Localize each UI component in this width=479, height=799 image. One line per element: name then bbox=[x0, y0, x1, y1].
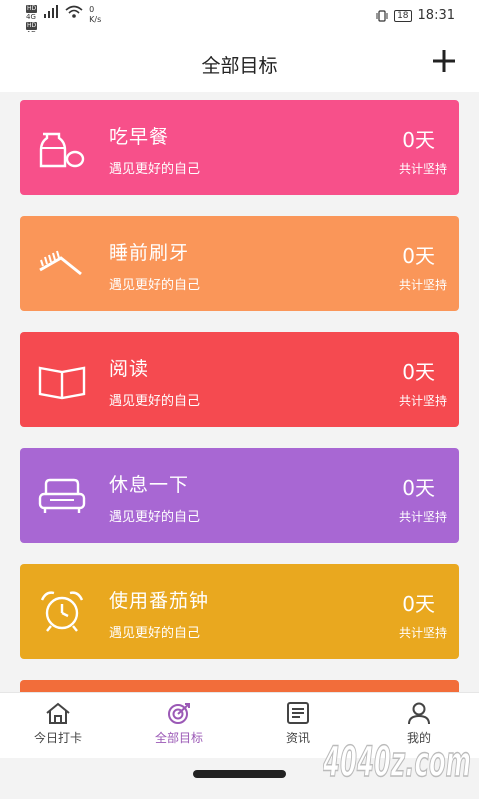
site-watermark-logo: 4040z.com bbox=[323, 736, 472, 787]
tab-today[interactable]: 今日打卡 bbox=[8, 701, 108, 746]
goal-card[interactable]: 吃早餐 遇见更好的自己 0天 共计坚持 bbox=[20, 100, 459, 195]
watermark-text: 4040z.com bbox=[323, 737, 471, 786]
tab-label: 今日打卡 bbox=[33, 731, 82, 745]
signal-bars-icon bbox=[44, 5, 59, 18]
battery-indicator: 18 bbox=[394, 9, 412, 22]
goal-slogan: 遇见更好的自己 bbox=[109, 626, 201, 641]
goal-days: 0天 bbox=[402, 128, 435, 152]
goal-days: 0天 bbox=[402, 476, 435, 500]
goal-name: 阅读 bbox=[109, 358, 150, 380]
clock: 18:31 bbox=[417, 8, 455, 23]
goal-name: 休息一下 bbox=[109, 474, 190, 496]
page-title: 全部目标 bbox=[201, 55, 278, 77]
goal-persist-label: 共计坚持 bbox=[398, 626, 447, 640]
goal-persist-label: 共计坚持 bbox=[398, 278, 447, 292]
goal-slogan: 遇见更好的自己 bbox=[109, 394, 201, 409]
net-speed-value: 0 bbox=[89, 5, 95, 14]
goal-slogan: 遇见更好的自己 bbox=[109, 510, 201, 525]
vibrate-icon bbox=[376, 9, 388, 22]
home-icon bbox=[46, 702, 70, 724]
bottle-egg-icon bbox=[39, 132, 85, 168]
user-icon bbox=[408, 702, 430, 725]
sofa-icon bbox=[38, 478, 86, 513]
goal-persist-label: 共计坚持 bbox=[398, 510, 447, 524]
tab-label: 资讯 bbox=[285, 731, 310, 745]
target-icon bbox=[168, 703, 190, 724]
signal-label: 4G bbox=[26, 13, 36, 21]
hd-badge: HD bbox=[26, 5, 38, 13]
goal-name: 吃早餐 bbox=[109, 126, 170, 148]
goal-slogan: 遇见更好的自己 bbox=[109, 278, 201, 293]
goal-days: 0天 bbox=[402, 592, 435, 616]
goal-days: 0天 bbox=[402, 244, 435, 268]
goal-card[interactable]: 阅读 遇见更好的自己 0天 共计坚持 bbox=[20, 332, 459, 427]
tab-label: 全部目标 bbox=[154, 731, 203, 745]
goal-list: 吃早餐 遇见更好的自己 0天 共计坚持 睡前刷牙 遇见更好的自己 0天 共计坚持… bbox=[20, 100, 459, 680]
status-bar: HD 4G HD 4G 0 K/s 18 18:31 bbox=[0, 0, 479, 38]
net-speed-unit: K/s bbox=[89, 15, 102, 24]
wifi-icon bbox=[65, 5, 83, 18]
net-speed: 0 K/s bbox=[89, 5, 101, 24]
goal-card[interactable]: 睡前刷牙 遇见更好的自己 0天 共计坚持 bbox=[20, 216, 459, 311]
goal-card[interactable]: 使用番茄钟 遇见更好的自己 0天 共计坚持 bbox=[20, 564, 459, 659]
goal-persist-label: 共计坚持 bbox=[398, 394, 447, 408]
goal-days: 0天 bbox=[402, 360, 435, 384]
goal-name: 睡前刷牙 bbox=[109, 242, 190, 264]
tab-all-goals[interactable]: 全部目标 bbox=[129, 701, 229, 746]
header: 全部目标 bbox=[0, 32, 479, 92]
alarm-clock-icon bbox=[40, 591, 84, 632]
goal-name: 使用番茄钟 bbox=[109, 590, 210, 612]
goal-slogan: 遇见更好的自己 bbox=[109, 162, 201, 177]
goal-card[interactable]: 休息一下 遇见更好的自己 0天 共计坚持 bbox=[20, 448, 459, 543]
home-indicator[interactable] bbox=[193, 770, 286, 778]
book-icon bbox=[38, 366, 86, 400]
status-right: 18 18:31 bbox=[376, 8, 455, 23]
toothbrush-icon bbox=[39, 250, 82, 276]
goal-persist-label: 共计坚持 bbox=[398, 162, 447, 176]
add-goal-button[interactable] bbox=[429, 46, 459, 76]
hd-badge: HD bbox=[26, 22, 38, 30]
news-icon bbox=[287, 702, 309, 724]
